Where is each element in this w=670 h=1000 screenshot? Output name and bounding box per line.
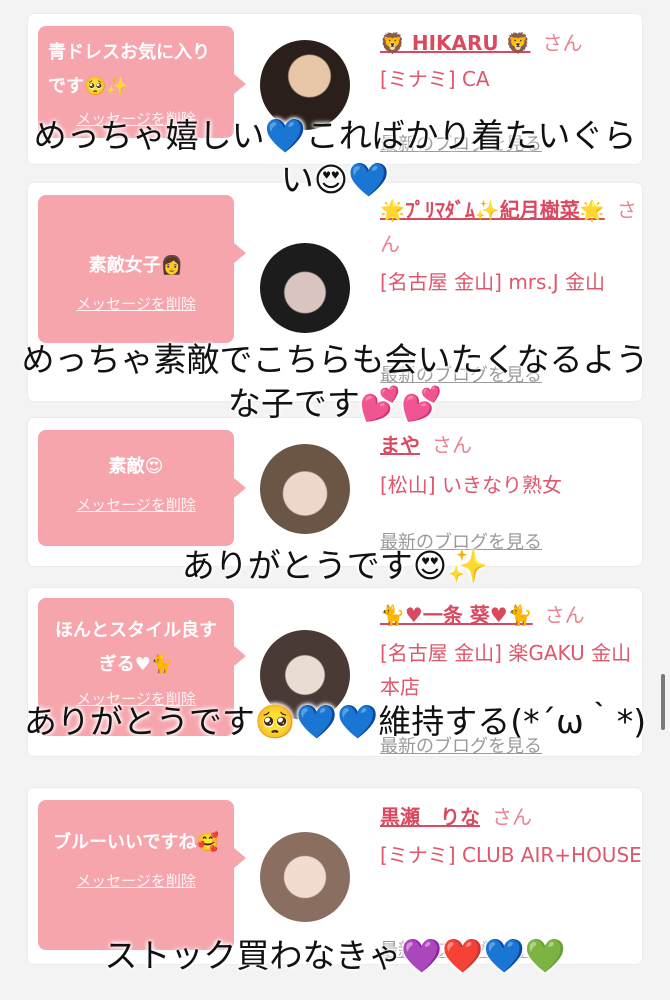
honorific: さん bbox=[542, 31, 583, 55]
overlay-caption: ありがとうです😍✨ bbox=[181, 546, 489, 585]
profile-name-link[interactable]: まや bbox=[380, 433, 420, 457]
profile-name-link[interactable]: 🦁 HIKARU 🦁 bbox=[380, 31, 531, 55]
shop-label: [名古屋 金山] mrs.J 金山 bbox=[380, 270, 606, 294]
message-text: 青ドレスお気に入りです🥺✨ bbox=[48, 42, 210, 97]
profile-name-link[interactable]: 🐈♥一条 葵♥🐈 bbox=[380, 603, 533, 627]
profile-name-link[interactable]: 黒瀬 りな bbox=[380, 805, 480, 829]
profile-info: 🌟ﾌﾟﾘﾏﾀﾞﾑ✨紀月樹菜🌟 さん [名古屋 金山] mrs.J 金山 最新のブロ… bbox=[380, 193, 642, 386]
overlay-caption: めっちゃ嬉しい💙こればかり着たいぐらい😍💙 bbox=[33, 116, 637, 199]
overlay-caption: ありがとうです🥺💙💙維持する(*´ω｀*) bbox=[23, 702, 647, 741]
shop-label: [ミナミ] CA bbox=[380, 67, 490, 91]
message-text: ブルーいいですね🥰 bbox=[53, 832, 219, 853]
shop-label: [ミナミ] CLUB AIR+HOUSE bbox=[380, 843, 642, 867]
scrollbar[interactable] bbox=[661, 674, 665, 730]
avatar[interactable] bbox=[260, 243, 350, 333]
delete-message-link[interactable]: メッセージを削除 bbox=[76, 494, 196, 515]
delete-message-link[interactable]: メッセージを削除 bbox=[76, 870, 196, 891]
profile-info: まや さん [松山] いきなり熟女 最新のブログを見る bbox=[380, 428, 642, 553]
message-text: 素敵😍 bbox=[108, 456, 164, 477]
overlay-caption: めっちゃ素敵でこちらも会いたくなるような子です💕💕 bbox=[21, 340, 649, 423]
message-bubble: 素敵😍 メッセージを削除 bbox=[38, 430, 246, 546]
profile-info: 🐈♥一条 葵♥🐈 さん [名古屋 金山] 楽GAKU 金山本店 最新のブログを見る bbox=[380, 598, 642, 757]
message-bubble: ブルーいいですね🥰 メッセージを削除 bbox=[38, 800, 246, 950]
profile-info: 🦁 HIKARU 🦁 さん [ミナミ] CA 最新のブログを見る bbox=[380, 26, 642, 155]
message-text: ほんとスタイル良すぎる♥🐈 bbox=[55, 620, 217, 675]
overlay-caption: ストック買わなきゃ💜❤️💙💚 bbox=[104, 936, 566, 975]
delete-message-link[interactable]: メッセージを削除 bbox=[76, 293, 196, 314]
honorific: さん bbox=[544, 603, 585, 627]
honorific: さん bbox=[432, 433, 472, 457]
profile-info: 黒瀬 りな さん [ミナミ] CLUB AIR+HOUSE 最新のブログを見る bbox=[380, 800, 642, 961]
avatar[interactable] bbox=[260, 444, 350, 534]
shop-label: [松山] いきなり熟女 bbox=[380, 473, 562, 497]
shop-label: [名古屋 金山] 楽GAKU 金山本店 bbox=[380, 641, 632, 699]
avatar[interactable] bbox=[260, 832, 350, 922]
message-text: 素敵女子👩 bbox=[88, 255, 184, 276]
honorific: さん bbox=[492, 805, 532, 829]
message-bubble: 素敵女子👩 メッセージを削除 bbox=[38, 195, 246, 343]
